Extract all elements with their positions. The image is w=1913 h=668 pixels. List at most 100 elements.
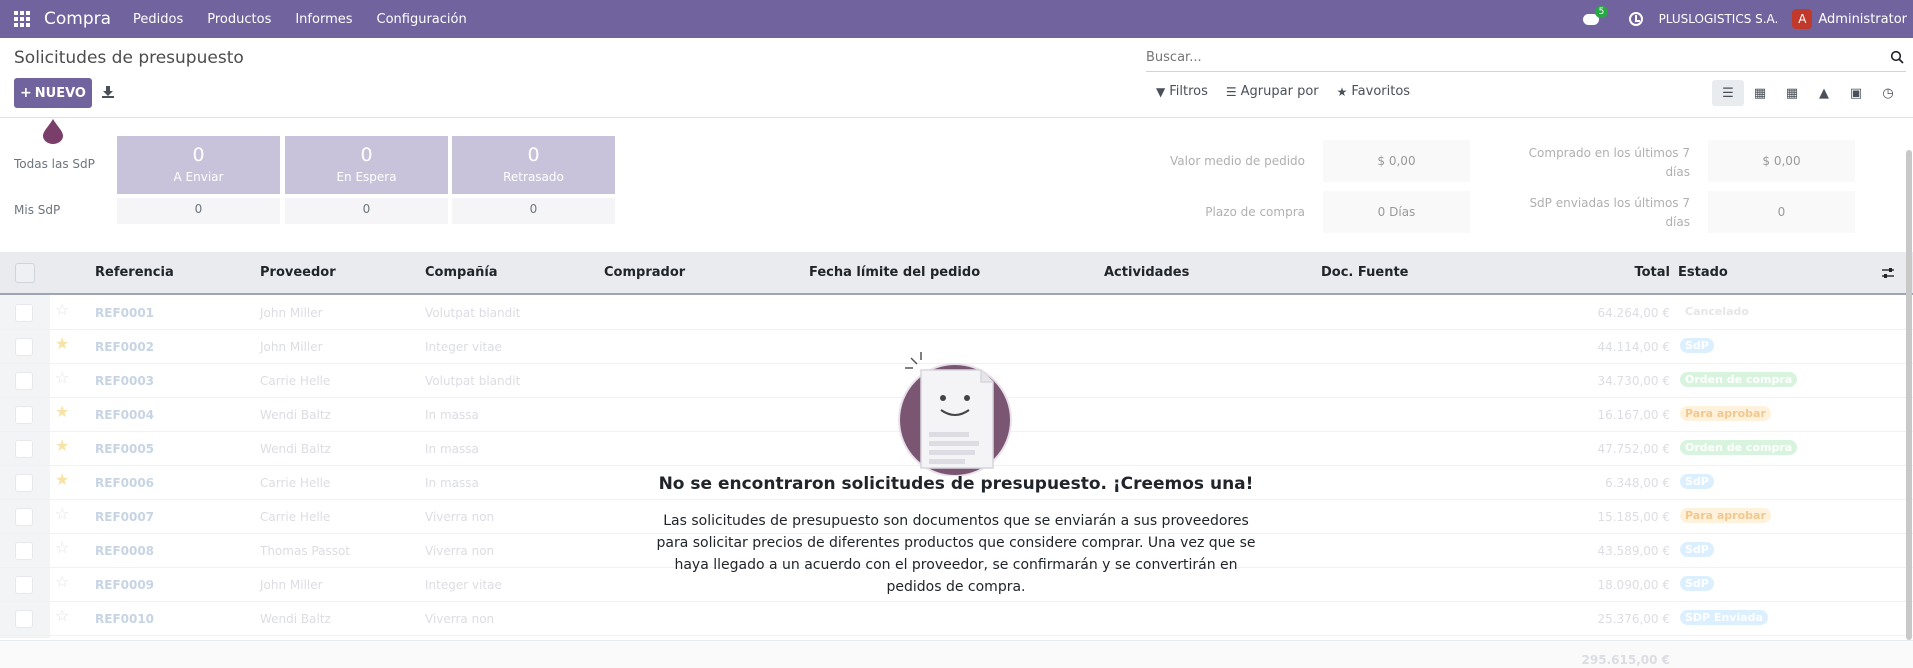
- empty-state-text: Las solicitudes de presupuesto son docum…: [656, 513, 1256, 595]
- avatar[interactable]: A: [1792, 9, 1813, 29]
- col-total[interactable]: Total: [1550, 265, 1670, 280]
- row-checkbox[interactable]: [15, 474, 33, 492]
- row-checkbox[interactable]: [15, 304, 33, 322]
- row-company: In massa: [425, 442, 479, 456]
- download-icon[interactable]: [101, 85, 115, 99]
- menu-informes[interactable]: Informes: [295, 12, 352, 27]
- priority-star-icon[interactable]: ★: [55, 336, 69, 352]
- row-company: Viverra non: [425, 544, 495, 558]
- priority-star-icon[interactable]: ★: [55, 472, 69, 488]
- sent-7d-label-line2: días: [1665, 215, 1690, 229]
- favorites-toggle[interactable]: ★ Favoritos: [1337, 84, 1410, 99]
- priority-star-icon[interactable]: ☆: [55, 506, 69, 522]
- menu-productos[interactable]: Productos: [207, 12, 271, 27]
- search-input[interactable]: [1146, 44, 1866, 70]
- row-checkbox[interactable]: [15, 440, 33, 458]
- lead-time-label: Plazo de compra: [1205, 205, 1305, 219]
- priority-star-icon[interactable]: ★: [55, 404, 69, 420]
- row-checkbox[interactable]: [15, 610, 33, 628]
- optional-columns-icon[interactable]: [1881, 266, 1895, 280]
- new-button[interactable]: + NUEVO: [14, 78, 92, 108]
- purchased-7d-label: Comprado en los últimos 7 días: [1510, 144, 1690, 182]
- tile-late[interactable]: 0 Retrasado: [452, 136, 615, 194]
- priority-star-icon[interactable]: ☆: [55, 608, 69, 624]
- chat-icon[interactable]: 5: [1581, 6, 1609, 29]
- row-status-badge: Cancelado: [1680, 304, 1754, 319]
- row-reference: REF0001: [95, 306, 155, 320]
- user-menu[interactable]: Administrator: [1818, 12, 1907, 27]
- priority-star-icon[interactable]: ★: [55, 438, 69, 454]
- row-total: 16.167,00 €: [1597, 408, 1670, 422]
- filters-label: Filtros: [1169, 84, 1208, 99]
- col-activities[interactable]: Actividades: [1104, 265, 1189, 280]
- row-status-badge: Para aprobar: [1680, 508, 1771, 523]
- list-view-icon[interactable]: ☰: [1712, 80, 1744, 106]
- vertical-scrollbar[interactable]: [1906, 150, 1912, 640]
- plus-icon: +: [20, 85, 32, 101]
- row-status-badge: SdP: [1680, 542, 1714, 557]
- row-vendor: Thomas Passot: [260, 544, 350, 558]
- graph-view-icon[interactable]: ▲: [1808, 80, 1840, 106]
- tile-to-send[interactable]: 0 A Enviar: [117, 136, 280, 194]
- row-total: 6.348,00 €: [1605, 476, 1670, 490]
- col-buyer[interactable]: Comprador: [604, 265, 685, 280]
- group-by-toggle[interactable]: ☰ Agrupar por: [1226, 84, 1319, 99]
- row-checkbox[interactable]: [15, 406, 33, 424]
- new-button-label: NUEVO: [34, 85, 86, 101]
- col-company[interactable]: Compañía: [425, 265, 498, 280]
- priority-star-icon[interactable]: ☆: [55, 370, 69, 386]
- row-total: 64.264,00 €: [1597, 306, 1670, 320]
- row-reference: REF0007: [95, 510, 155, 524]
- row-vendor: John Miller: [260, 306, 323, 320]
- mine-to-send[interactable]: 0: [117, 198, 280, 224]
- row-checkbox[interactable]: [15, 542, 33, 560]
- kanban-view-icon[interactable]: ▦: [1744, 80, 1776, 106]
- col-vendor[interactable]: Proveedor: [260, 265, 336, 280]
- row-reference: REF0006: [95, 476, 155, 490]
- row-checkbox[interactable]: [15, 372, 33, 390]
- filters-toggle[interactable]: ▼ Filtros: [1156, 84, 1208, 99]
- row-reference: REF0010: [95, 612, 155, 626]
- mine-waiting[interactable]: 0: [285, 198, 448, 224]
- priority-star-icon[interactable]: ☆: [55, 574, 69, 590]
- col-deadline[interactable]: Fecha límite del pedido: [809, 265, 980, 280]
- priority-star-icon[interactable]: ☆: [55, 302, 69, 318]
- messages-badge: 5: [1594, 6, 1609, 18]
- clock-icon[interactable]: [1628, 12, 1643, 26]
- search-options: ▼ Filtros ☰ Agrupar por ★ Favoritos: [1156, 84, 1428, 99]
- menu-pedidos[interactable]: Pedidos: [133, 12, 183, 27]
- row-vendor: Carrie Helle: [260, 374, 331, 388]
- company-switcher[interactable]: PLUSLOGISTICS S.A.: [1659, 12, 1779, 26]
- apps-menu-icon[interactable]: [0, 0, 44, 38]
- table-row[interactable]: ☆ REF0010 Wendi Baltz Viverra non 25.376,00 …: [0, 602, 1913, 636]
- row-checkbox[interactable]: [15, 338, 33, 356]
- row-vendor: Carrie Helle: [260, 476, 331, 490]
- select-all-checkbox[interactable]: [15, 263, 35, 283]
- table-footer: 295.615,00 €: [0, 640, 1913, 668]
- pivot-view-icon[interactable]: ▦: [1776, 80, 1808, 106]
- search-icon[interactable]: [1890, 50, 1904, 64]
- col-source[interactable]: Doc. Fuente: [1321, 265, 1408, 280]
- row-status-badge: SdP: [1680, 474, 1714, 489]
- table-row[interactable]: ☆ REF0001 John Miller Volutpat blandit 64.26…: [0, 296, 1913, 330]
- row-company: Volutpat blandit: [425, 374, 521, 388]
- col-status[interactable]: Estado: [1678, 265, 1728, 280]
- row-company: Integer vitae: [425, 578, 502, 592]
- mine-late[interactable]: 0: [452, 198, 615, 224]
- tile-label: En Espera: [336, 170, 397, 184]
- all-rfq-label: Todas las SdP: [14, 157, 95, 171]
- menu-configuracion[interactable]: Configuración: [377, 12, 467, 27]
- sent-7d-label-line1: SdP enviadas los últimos 7: [1529, 196, 1690, 210]
- app-brand[interactable]: Compra: [44, 9, 111, 29]
- tile-value: 0: [527, 144, 540, 166]
- activity-view-icon[interactable]: ◷: [1872, 80, 1904, 106]
- col-reference[interactable]: Referencia: [95, 265, 174, 280]
- row-checkbox[interactable]: [15, 576, 33, 594]
- tile-waiting[interactable]: 0 En Espera: [285, 136, 448, 194]
- row-company: Viverra non: [425, 510, 495, 524]
- calendar-view-icon[interactable]: ▣: [1840, 80, 1872, 106]
- view-switcher: ☰ ▦ ▦ ▲ ▣ ◷: [1712, 80, 1904, 106]
- row-checkbox[interactable]: [15, 508, 33, 526]
- priority-star-icon[interactable]: ☆: [55, 540, 69, 556]
- row-total: 44.114,00 €: [1597, 340, 1670, 354]
